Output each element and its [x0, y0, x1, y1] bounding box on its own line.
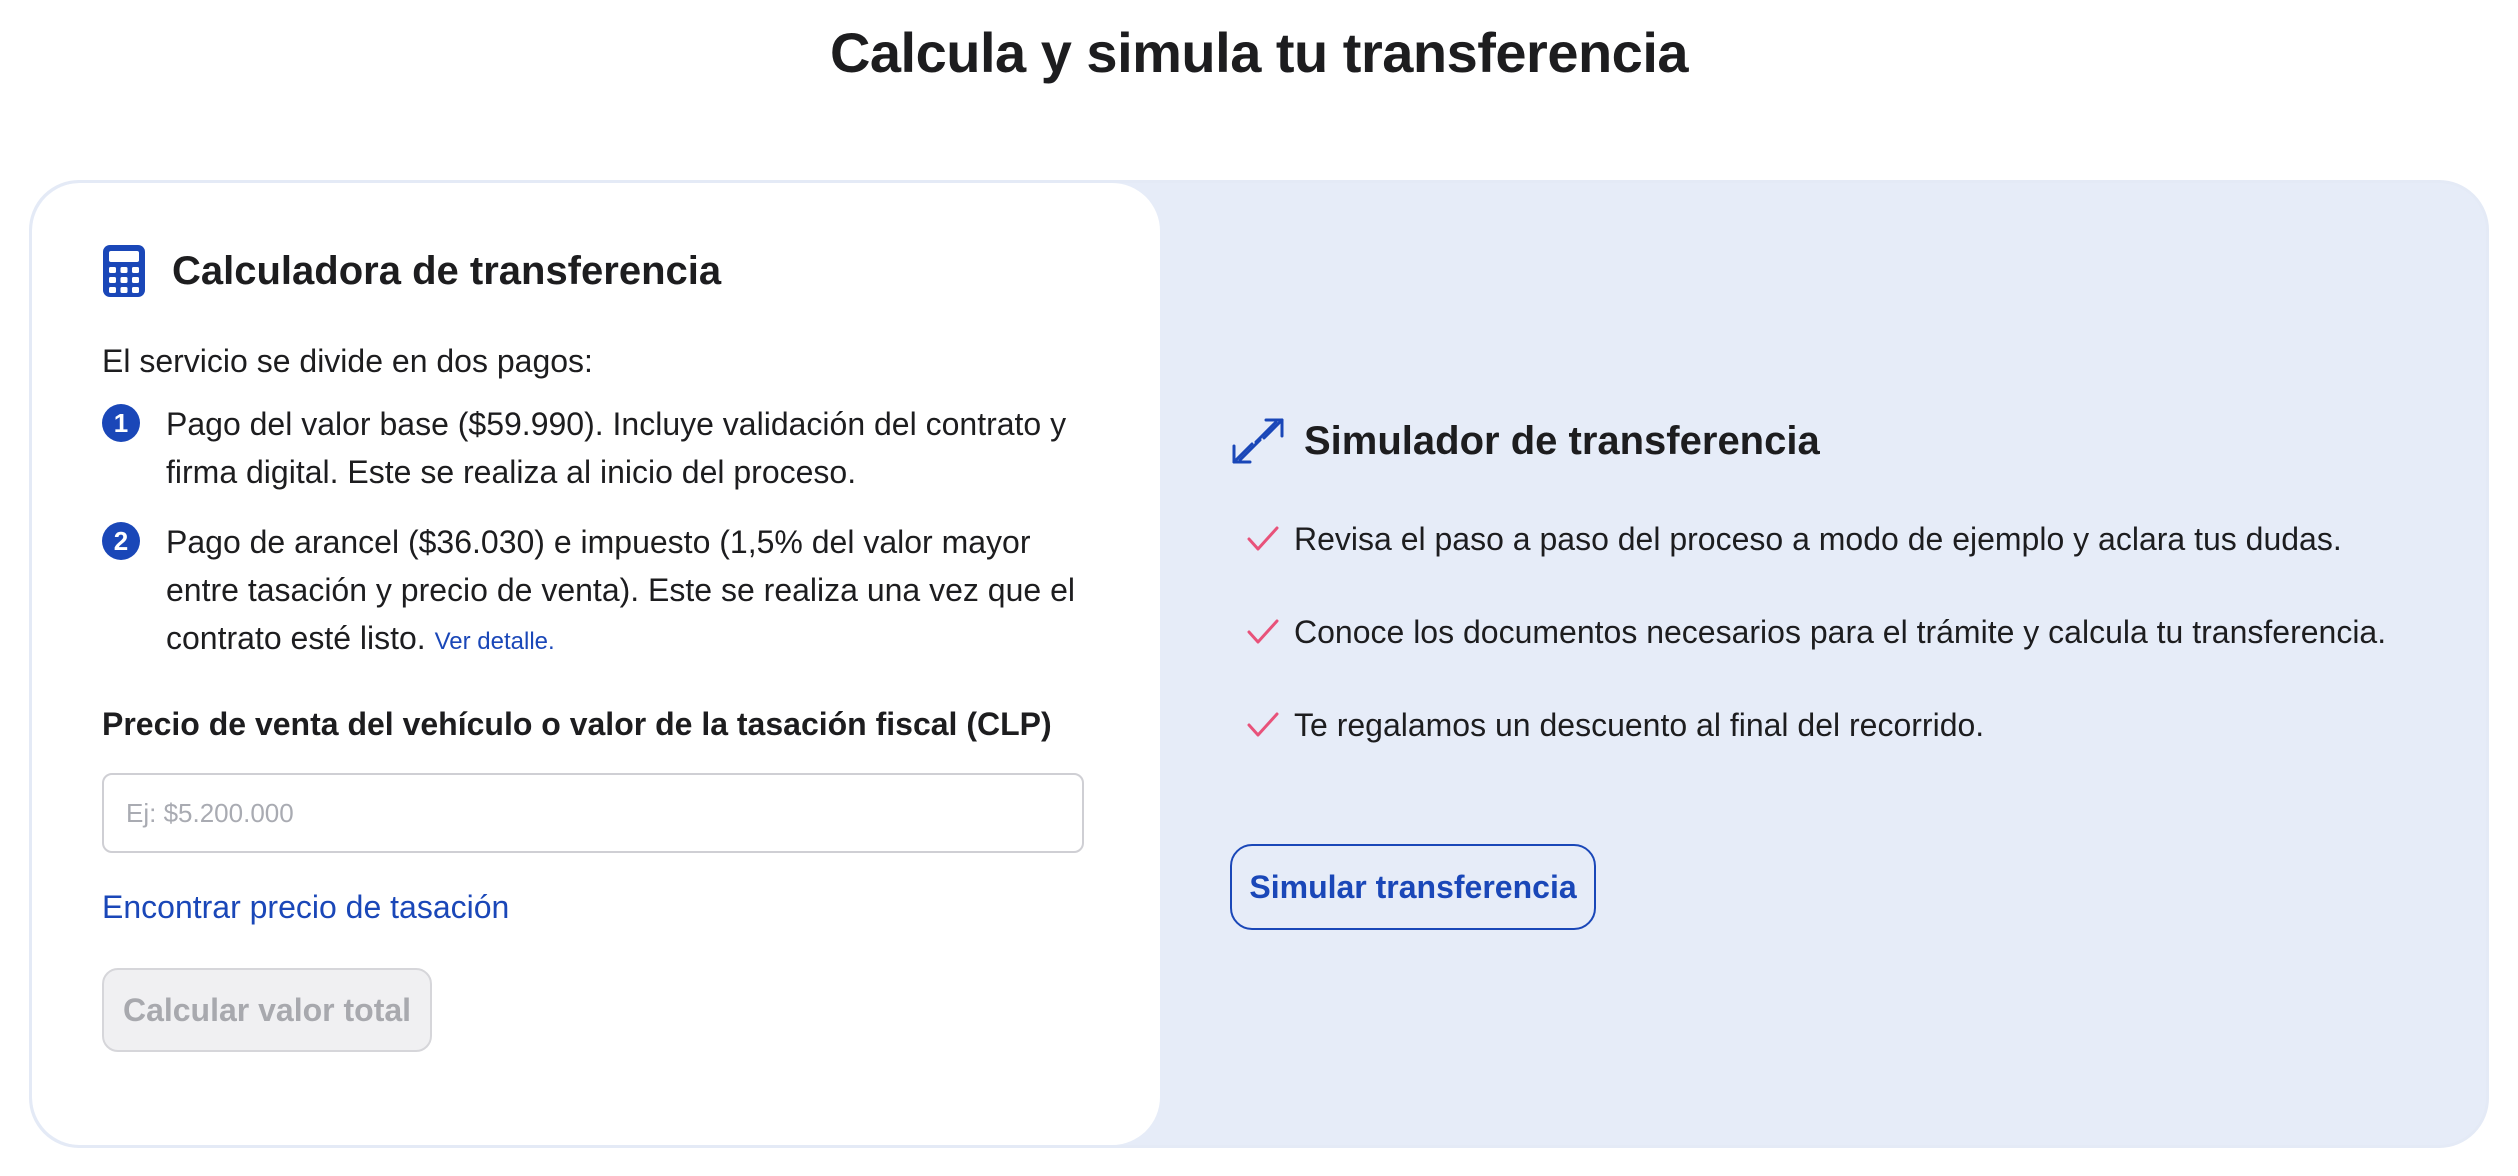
ver-detalle-link[interactable]: Ver detalle. [435, 628, 555, 655]
benefit-text: Revisa el paso a paso del proceso a modo… [1294, 520, 2342, 557]
check-icon [1247, 712, 1279, 737]
find-tasacion-link[interactable]: Encontrar precio de tasación [102, 889, 1090, 926]
benefit-item: Te regalamos un descuento al final del r… [1230, 701, 2430, 749]
benefit-item: Revisa el paso a paso del proceso a modo… [1230, 515, 2430, 563]
step-number-badge: 1 [102, 404, 140, 442]
payment-step-2: 2 Pago de arancel ($36.030) e impuesto (… [102, 518, 1090, 666]
calculator-intro: El servicio se divide en dos pagos: [102, 343, 593, 379]
simulator-header: Simulador de transferencia [1230, 411, 2430, 471]
check-icon [1247, 619, 1279, 644]
benefit-item: Conoce los documentos necesarios para el… [1230, 608, 2430, 656]
step-text: Pago del valor base ($59.990). Incluye v… [166, 406, 1067, 490]
benefit-text: Conoce los documentos necesarios para el… [1294, 613, 2387, 650]
check-icon [1247, 526, 1279, 551]
price-field-label: Precio de venta del vehículo o valor de … [102, 706, 1052, 742]
calculator-title: Calculadora de transferencia [172, 248, 722, 293]
price-input[interactable] [102, 773, 1084, 853]
payment-steps: 1 Pago del valor base ($59.990). Incluye… [102, 400, 1090, 666]
step-number-badge: 2 [102, 522, 140, 560]
calculator-card: Calculadora de transferencia El servicio… [32, 183, 1160, 1145]
calculator-icon [103, 245, 145, 297]
step-text: Pago de arancel ($36.030) e impuesto (1,… [166, 524, 1075, 656]
benefits-list: Revisa el paso a paso del proceso a modo… [1230, 515, 2430, 749]
transfer-arrows-icon [1232, 418, 1284, 464]
simulator-panel: Simulador de transferencia Revisa el pas… [1230, 411, 2430, 930]
step-text-container: Pago de arancel ($36.030) e impuesto (1,… [166, 518, 1090, 666]
calculate-total-button[interactable]: Calcular valor total [102, 968, 432, 1052]
simulator-title: Simulador de transferencia [1304, 418, 1820, 463]
calculator-header: Calculadora de transferencia [102, 241, 1090, 301]
payment-step-1: 1 Pago del valor base ($59.990). Incluye… [102, 400, 1090, 496]
benefit-text: Te regalamos un descuento al final del r… [1294, 706, 1985, 743]
transfer-card: Calculadora de transferencia El servicio… [29, 180, 2489, 1148]
simulate-transfer-button[interactable]: Simular transferencia [1230, 844, 1596, 930]
page-title: Calcula y simula tu transferencia [829, 21, 1689, 84]
